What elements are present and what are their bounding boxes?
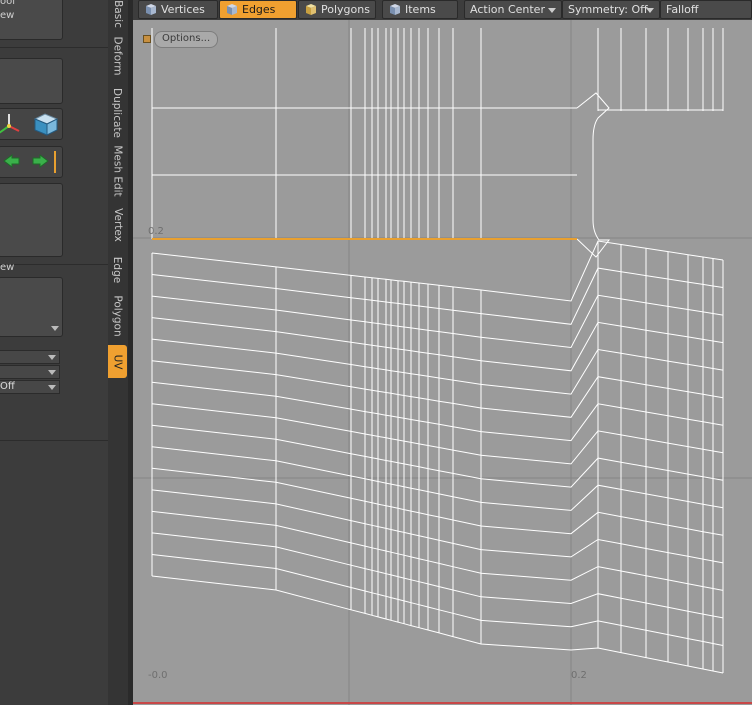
vertical-tab-strip: Basic Deform Duplicate Mesh Edit Vertex … xyxy=(108,0,128,705)
mesh-edge xyxy=(151,489,724,564)
panel-arrow-row xyxy=(0,146,63,178)
arrow-left-icon[interactable] xyxy=(3,154,21,168)
axis-label-y-top: 0.2 xyxy=(148,226,164,237)
panel-separator xyxy=(0,440,108,441)
mesh-edge xyxy=(151,403,724,465)
edges-mode-button[interactable]: Edges xyxy=(219,0,297,19)
panel-separator xyxy=(0,47,108,48)
chevron-down-icon xyxy=(48,355,56,360)
uv-grid xyxy=(133,20,752,705)
tab-mesh-edit[interactable]: Mesh Edit xyxy=(108,145,127,196)
uv-viewport[interactable]: Options... 0.2 -0.0 0.2 xyxy=(133,20,752,705)
mesh-edge xyxy=(151,317,724,372)
cube-icon[interactable] xyxy=(31,112,59,136)
mesh-edge xyxy=(151,294,724,349)
panel-group-3 xyxy=(0,183,63,257)
vertices-mode-icon xyxy=(146,4,156,15)
falloff-dropdown[interactable]: Falloff xyxy=(660,0,752,19)
panel-group-2 xyxy=(0,58,63,104)
symmetry-dropdown[interactable]: Symmetry: Off xyxy=(562,0,660,19)
viewport-bottom-border xyxy=(133,702,752,704)
tab-deform[interactable]: Deform xyxy=(108,34,127,78)
uv-mesh[interactable] xyxy=(151,28,724,674)
viewport-corner-icon[interactable] xyxy=(143,35,151,43)
tab-edge[interactable]: Edge xyxy=(108,254,127,286)
chevron-down-icon[interactable] xyxy=(51,326,59,331)
items-mode-button[interactable]: Items xyxy=(382,0,458,19)
chevron-down-icon xyxy=(646,8,654,13)
tab-uv[interactable]: UV xyxy=(108,345,127,378)
mesh-edge xyxy=(151,360,724,418)
mesh-edge xyxy=(151,240,724,302)
selection-mode-toolbar: Vertices Edges Polygons Items Action Cen… xyxy=(133,0,752,21)
dropdown-1[interactable] xyxy=(0,350,60,364)
polygons-mode-icon xyxy=(306,4,316,15)
tab-vertex[interactable]: Vertex xyxy=(108,204,127,246)
mesh-edge xyxy=(151,554,724,646)
tab-basic[interactable]: Basic xyxy=(108,0,127,28)
dropdown-3[interactable]: Off xyxy=(0,380,60,394)
panel-icon-row xyxy=(0,108,63,140)
panel-list xyxy=(0,277,63,337)
axis-label-x-right: 0.2 xyxy=(571,670,587,681)
options-button[interactable]: Options... xyxy=(154,31,219,48)
edges-mode-icon xyxy=(227,4,237,15)
chevron-down-icon xyxy=(48,385,56,390)
dropdown-2[interactable] xyxy=(0,365,60,379)
mesh-edge xyxy=(151,532,724,619)
axis-label-x-left: -0.0 xyxy=(148,670,168,681)
mesh-edge xyxy=(151,575,724,674)
action-center-dropdown[interactable]: Action Center xyxy=(464,0,562,19)
polygons-mode-button[interactable]: Polygons xyxy=(298,0,376,19)
mesh-edge xyxy=(151,381,724,442)
mesh-edge xyxy=(151,338,724,395)
panel-label-tool: ool xyxy=(0,0,16,7)
panel-label-view: ew xyxy=(0,10,15,21)
arrow-right-icon[interactable] xyxy=(31,154,49,168)
mesh-edge xyxy=(151,510,724,591)
uv-mesh-canvas[interactable] xyxy=(133,20,752,705)
mesh-edge xyxy=(151,446,724,511)
mesh-notch xyxy=(576,92,611,258)
chevron-down-icon xyxy=(48,370,56,375)
panel-label-view-2: ew xyxy=(0,262,15,273)
panel-separator xyxy=(0,264,108,265)
chevron-down-icon xyxy=(548,8,556,13)
tab-polygon[interactable]: Polygon xyxy=(108,292,127,340)
marker-line xyxy=(54,151,56,173)
mesh-edge xyxy=(151,267,724,325)
tool-properties-panel: ool ew ew Off xyxy=(0,0,108,705)
vertices-mode-button[interactable]: Vertices xyxy=(138,0,218,19)
tab-duplicate[interactable]: Duplicate xyxy=(108,86,127,140)
transform-gizmo-icon[interactable] xyxy=(0,111,27,137)
items-mode-icon xyxy=(390,4,400,15)
